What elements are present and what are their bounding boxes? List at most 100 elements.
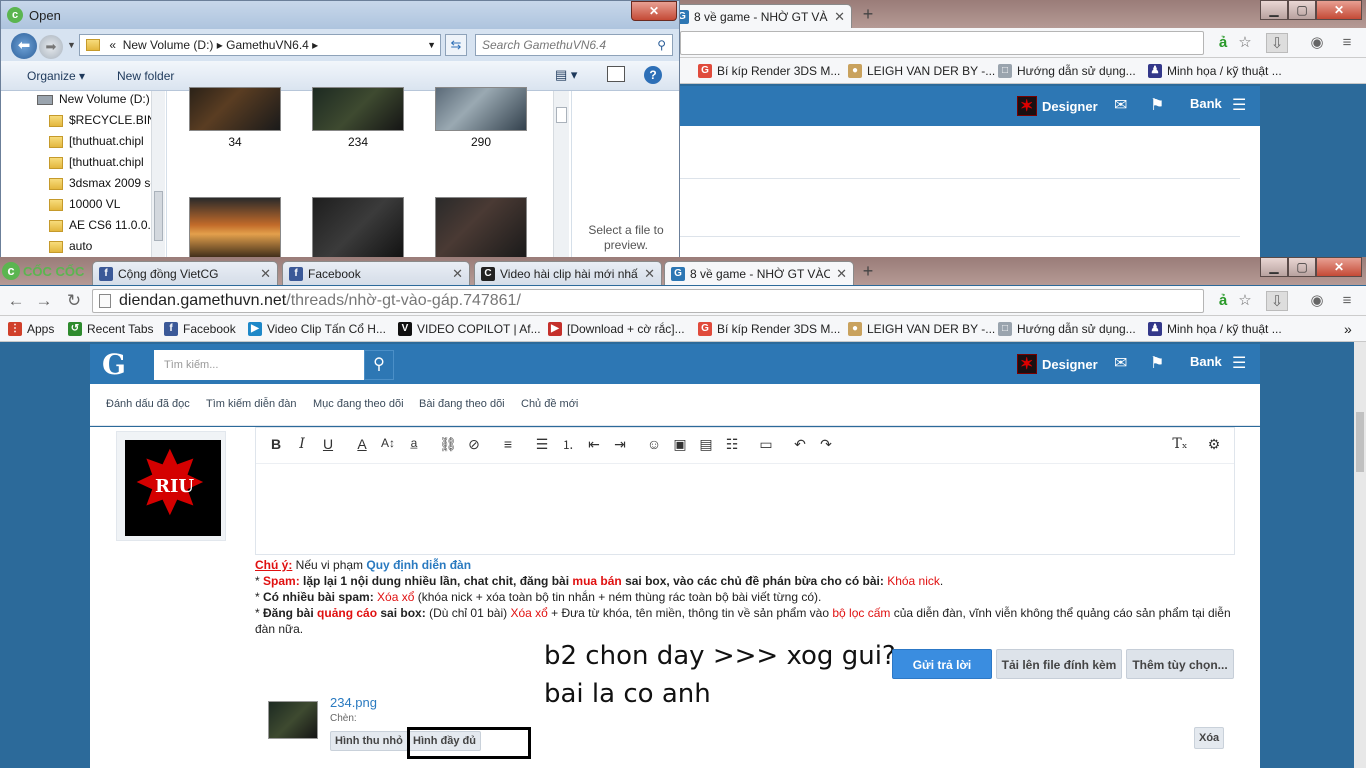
preview-pane-icon[interactable] — [607, 66, 625, 82]
numbered-list-icon[interactable]: ⒈ — [558, 436, 578, 453]
bookmark-video-clip[interactable]: ▶ Video Clip Tấn Cổ H... — [248, 320, 386, 338]
italic-icon[interactable]: I — [292, 436, 312, 452]
help-icon[interactable]: ? — [644, 66, 662, 84]
flag-icon[interactable]: ⚑ — [1150, 95, 1164, 115]
close-icon[interactable]: ✕ — [836, 266, 847, 282]
bookmark-guide[interactable]: □ Hướng dẫn sử dụng... — [998, 320, 1136, 338]
tree-item[interactable]: $RECYCLE.BIN — [49, 110, 156, 131]
bank-link[interactable]: Bank — [1190, 354, 1222, 369]
more-options-button[interactable]: Thêm tùy chọn... — [1126, 649, 1234, 679]
back-arrow-icon[interactable]: ← — [6, 291, 26, 311]
page-scrollbar[interactable] — [1354, 342, 1366, 768]
tree-item[interactable]: [thuthuat.chipl — [49, 152, 144, 173]
align-icon[interactable]: ≡ — [498, 436, 518, 452]
attachment-thumbnail[interactable] — [268, 701, 318, 739]
view-icon[interactable]: ▤ ▾ — [555, 67, 577, 83]
rules-link[interactable]: Quy định diễn đàn — [366, 558, 471, 572]
site-logo[interactable]: G — [102, 348, 126, 381]
tree-item[interactable]: 3dsmax 2009 se — [49, 173, 157, 194]
link-icon[interactable]: ⛓ — [438, 436, 458, 453]
star-icon[interactable]: ☆ — [1234, 291, 1256, 311]
font-family-icon[interactable]: a̲ — [404, 436, 424, 450]
chevron-down-icon[interactable]: ▼ — [67, 40, 76, 50]
new-tab-icon[interactable]: + — [858, 5, 878, 24]
bookmark-recent-tabs[interactable]: ↺ Recent Tabs — [68, 320, 154, 338]
breadcrumb[interactable]: « New Volume (D:) ▸ GamethuVN6.4 ▸ ▼ — [79, 34, 441, 56]
bg-bookmark[interactable]: □ Hướng dẫn sử dụng... — [998, 62, 1136, 80]
close-icon[interactable]: ✕ — [260, 266, 271, 282]
insert-icon[interactable]: ☷ — [722, 436, 742, 453]
file-thumbnail[interactable] — [435, 87, 527, 131]
upload-attachment-button[interactable]: Tải lên file đính kèm — [996, 649, 1122, 679]
indent-icon[interactable]: ⇥ — [610, 436, 630, 453]
dialog-search-input[interactable]: Search GamethuVN6.4 ⚲ — [475, 34, 673, 56]
breadcrumb-overflow[interactable]: « — [109, 38, 116, 52]
incognito-icon[interactable]: ◉ — [1306, 291, 1328, 311]
unlink-icon[interactable]: ⊘ — [464, 436, 484, 453]
tab[interactable]: f Facebook ✕ — [282, 261, 470, 285]
file-thumbnail[interactable] — [189, 87, 281, 131]
bookmark-leigh[interactable]: ● LEIGH VAN DER BY -... — [848, 320, 995, 338]
avatar[interactable]: ✸ RIU — [125, 440, 221, 536]
bg-bookmark[interactable]: ♟ Minh họa / kỹ thuật ... — [1148, 62, 1282, 80]
new-tab-icon[interactable]: + — [858, 262, 878, 281]
file-thumbnail[interactable] — [312, 197, 404, 257]
message-input[interactable] — [256, 465, 1234, 554]
undo-icon[interactable]: ↶ — [790, 436, 810, 453]
subnav-search-forum[interactable]: Tìm kiếm diễn đàn — [206, 398, 296, 410]
forward-arrow-icon[interactable]: → — [34, 291, 54, 311]
window-close-button[interactable]: ✕ — [1316, 0, 1362, 20]
user-link[interactable]: Designer — [1017, 354, 1098, 374]
coccoc-dict-icon[interactable]: ả — [1212, 33, 1234, 53]
more-bookmarks-icon[interactable]: » — [1344, 320, 1352, 338]
bookmark-minh-hoa[interactable]: ♟ Minh họa / kỹ thuật ... — [1148, 320, 1282, 338]
breadcrumb-item[interactable]: New Volume (D:) — [123, 38, 214, 52]
underline-icon[interactable]: U — [318, 436, 338, 452]
file-name[interactable]: 234 — [312, 135, 404, 149]
subnav-watched-threads[interactable]: Mục đang theo dõi — [313, 398, 404, 410]
minimize-button[interactable]: ▁ — [1260, 257, 1288, 277]
breadcrumb-item[interactable]: GamethuVN6.4 — [226, 38, 309, 52]
hamburger-icon[interactable]: ☰ — [1232, 353, 1246, 373]
files-scrollbar[interactable] — [553, 91, 569, 257]
outdent-icon[interactable]: ⇤ — [584, 436, 604, 453]
bg-bookmark[interactable]: ● LEIGH VAN DER BY -... — [848, 62, 995, 80]
toggle-bbcode-icon[interactable]: ⚙ — [1204, 436, 1224, 453]
back-button[interactable]: ⬅ — [11, 33, 37, 59]
bg-tab-active[interactable]: G 8 về game - NHỜ GT VÀO ✕ — [668, 4, 852, 28]
new-folder-button[interactable]: New folder — [117, 69, 174, 83]
close-icon[interactable]: ✕ — [644, 266, 655, 282]
bold-icon[interactable]: B — [266, 436, 286, 452]
tree-item[interactable]: [thuthuat.chipl — [49, 131, 144, 152]
address-bar[interactable]: diendan.gamethuvn.net/threads/nhờ-gt-vào… — [92, 289, 1204, 313]
submit-reply-button[interactable]: Gửi trả lời — [892, 649, 992, 679]
tab-active[interactable]: G 8 về game - NHỜ GT VÀO ✕ — [664, 261, 854, 285]
file-thumbnail[interactable] — [312, 87, 404, 131]
tree-item[interactable]: New Volume (D:) — [37, 89, 150, 110]
attachment-filename[interactable]: 234.png — [330, 695, 377, 710]
media-icon[interactable]: ▤ — [696, 436, 716, 453]
minimize-button[interactable]: ▁ — [1260, 0, 1288, 20]
menu-icon[interactable]: ≡ — [1336, 291, 1358, 311]
maximize-button[interactable]: ▢ — [1288, 0, 1316, 20]
bg-bookmark[interactable]: G Bí kíp Render 3DS M... — [698, 62, 840, 80]
tree-item[interactable]: auto — [49, 236, 92, 257]
coccoc-dict-icon[interactable]: ả — [1212, 291, 1234, 311]
star-icon[interactable]: ☆ — [1234, 33, 1256, 53]
insert-thumbnail-button[interactable]: Hình thu nhỏ — [330, 731, 408, 751]
menu-icon[interactable]: ≡ — [1336, 33, 1358, 53]
tree-item[interactable]: AE CS6 11.0.0.3 — [49, 215, 158, 236]
download-icon[interactable]: ⇩ — [1266, 291, 1288, 311]
file-thumbnail[interactable] — [435, 197, 527, 257]
incognito-icon[interactable]: ◉ — [1306, 33, 1328, 53]
bookmark-render[interactable]: G Bí kíp Render 3DS M... — [698, 320, 840, 338]
mail-icon[interactable]: ✉ — [1114, 353, 1127, 373]
image-icon[interactable]: ▣ — [670, 436, 690, 453]
save-draft-icon[interactable]: ▭ — [756, 436, 776, 453]
dialog-close-button[interactable]: ✕ — [631, 1, 677, 21]
delete-attachment-button[interactable]: Xóa — [1194, 727, 1225, 749]
bookmark-facebook[interactable]: f Facebook — [164, 320, 236, 338]
tree-scrollbar[interactable] — [151, 91, 165, 257]
bullet-list-icon[interactable]: ☰ — [532, 436, 552, 453]
tab[interactable]: C Video hài clip hài mới nhất ✕ — [474, 261, 662, 285]
